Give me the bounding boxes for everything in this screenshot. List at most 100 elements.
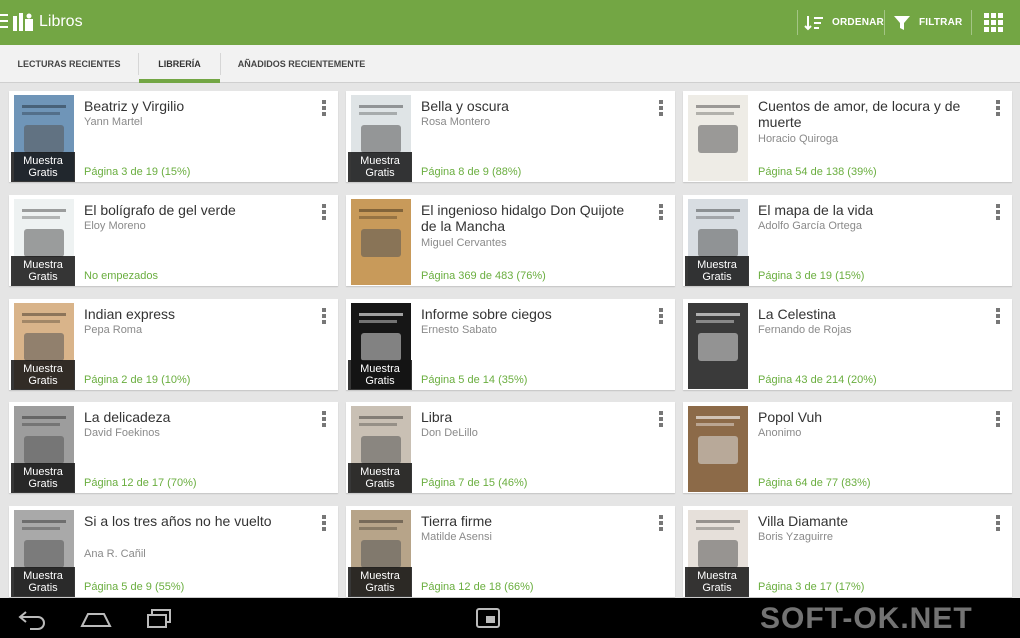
free-sample-badge: Muestra Gratis [348, 463, 412, 493]
cover-illustration [698, 540, 738, 568]
overflow-menu-icon[interactable] [659, 308, 663, 324]
cover-subtitle-line [22, 320, 60, 323]
overflow-menu-icon[interactable] [659, 515, 663, 531]
overflow-menu-icon[interactable] [996, 308, 1000, 324]
book-card[interactable]: Muestra Gratis La delicadeza David Foekinos… [9, 402, 338, 493]
book-card[interactable]: Muestra Gratis El bolígrafo de gel verde El… [9, 195, 338, 286]
reading-progress: Página 54 de 138 (39%) [758, 166, 877, 178]
cover-subtitle-line [359, 320, 397, 323]
cover-illustration [698, 125, 738, 153]
cover-illustration [361, 333, 401, 361]
book-card[interactable]: Muestra Gratis Bella y oscura Rosa Montero P… [346, 91, 675, 182]
filter-button[interactable]: FILTRAR [893, 0, 962, 45]
free-sample-badge: Muestra Gratis [11, 463, 75, 493]
cover-illustration [24, 229, 64, 257]
tab-recently-added[interactable]: AÑADIDOS RECIENTEMENTE [221, 45, 382, 83]
overflow-menu-icon[interactable] [659, 411, 663, 427]
actionbar-divider [971, 10, 972, 35]
cover-illustration [24, 540, 64, 568]
overflow-menu-icon[interactable] [659, 100, 663, 116]
tab-label: AÑADIDOS RECIENTEMENTE [237, 59, 366, 69]
book-card[interactable]: Muestra Gratis Villa Diamante Boris Yzaguir… [683, 506, 1012, 597]
drawer-menu-icon[interactable] [0, 14, 8, 30]
actionbar-divider [797, 10, 798, 35]
book-card[interactable]: Muestra Gratis Tierra firme Matilde Asensi P… [346, 506, 675, 597]
overflow-menu-icon[interactable] [996, 411, 1000, 427]
cover-title-line [22, 416, 66, 419]
book-card[interactable]: Muestra Gratis Libra Don DeLillo Página 7 de… [346, 402, 675, 493]
book-author: Miguel Cervantes [421, 237, 507, 249]
book-cover[interactable] [351, 199, 411, 285]
book-title: Beatriz y Virgilio [84, 98, 185, 114]
recent-apps-icon[interactable] [144, 606, 176, 630]
book-card[interactable]: Muestra Gratis Indian express Pepa Roma Pági… [9, 299, 338, 390]
book-card[interactable]: Muestra Gratis Si a los tres años no he vu… [9, 506, 338, 597]
action-bar: Libros ORDENAR FILTRAR [0, 0, 1020, 45]
cover-title-line [359, 313, 403, 316]
tab-library[interactable]: LIBRERÍA [139, 45, 220, 83]
tab-recent-reads[interactable]: LECTURAS RECIENTES [0, 45, 138, 83]
book-author: Eloy Moreno [84, 220, 146, 232]
book-card[interactable]: Popol Vuh Anonimo Página 64 de 77 (83%) [683, 402, 1012, 493]
tab-bar: LECTURAS RECIENTES LIBRERÍA AÑADIDOS REC… [0, 45, 1020, 83]
cover-subtitle-line [359, 527, 397, 530]
book-title: La Celestina [758, 306, 836, 322]
reading-progress: Página 7 de 15 (46%) [421, 477, 528, 489]
tab-label: LIBRERÍA [158, 59, 201, 69]
cover-subtitle-line [359, 423, 397, 426]
cover-illustration [24, 125, 64, 153]
cover-subtitle-line [22, 112, 60, 115]
cover-title-line [359, 209, 403, 212]
cover-title-line [22, 520, 66, 523]
book-title: Si a los tres años no he vuelto [84, 513, 272, 529]
reading-progress: Página 43 de 214 (20%) [758, 374, 877, 386]
book-title: El ingenioso hidalgo Don Quijote de la M… [421, 202, 625, 234]
book-cover[interactable] [688, 303, 748, 389]
cover-illustration [698, 333, 738, 361]
cover-illustration [698, 436, 738, 464]
reading-progress: Página 3 de 17 (17%) [758, 581, 865, 593]
cover-title-line [359, 105, 403, 108]
reading-progress: No empezados [84, 270, 158, 282]
library-logo-icon[interactable] [12, 11, 34, 33]
overflow-menu-icon[interactable] [322, 204, 326, 220]
cover-title-line [696, 416, 740, 419]
overflow-menu-icon[interactable] [322, 100, 326, 116]
book-card[interactable]: El ingenioso hidalgo Don Quijote de la M… [346, 195, 675, 286]
cover-subtitle-line [696, 216, 734, 219]
book-author: Matilde Asensi [421, 531, 492, 543]
book-author: Anonimo [758, 427, 802, 439]
actionbar-divider [884, 10, 885, 35]
book-cover[interactable] [688, 406, 748, 492]
book-title: Tierra firme [421, 513, 493, 529]
book-title: El mapa de la vida [758, 202, 874, 218]
cover-illustration [361, 125, 401, 153]
book-card[interactable]: Muestra Gratis Beatriz y Virgilio Yann Mart… [9, 91, 338, 182]
book-cover[interactable] [688, 95, 748, 181]
overflow-menu-icon[interactable] [996, 515, 1000, 531]
overflow-menu-icon[interactable] [659, 204, 663, 220]
home-icon[interactable] [80, 606, 112, 630]
view-mode-button[interactable] [984, 0, 1003, 45]
book-card[interactable]: Muestra Gratis El mapa de la vida Adolfo Ga… [683, 195, 1012, 286]
book-card[interactable]: Muestra Gratis Informe sobre ciegos Ernesto… [346, 299, 675, 390]
cover-illustration [361, 540, 401, 568]
cover-title-line [696, 209, 740, 212]
cover-illustration [361, 229, 401, 257]
book-title: Indian express [84, 306, 176, 322]
tab-label: LECTURAS RECIENTES [17, 59, 121, 69]
overflow-menu-icon[interactable] [322, 411, 326, 427]
overflow-menu-icon[interactable] [996, 100, 1000, 116]
screen-compat-icon[interactable] [474, 606, 502, 630]
back-icon[interactable] [16, 606, 48, 630]
sort-button[interactable]: ORDENAR [804, 0, 884, 45]
free-sample-badge: Muestra Gratis [348, 360, 412, 390]
filter-label: FILTRAR [919, 17, 963, 28]
overflow-menu-icon[interactable] [996, 204, 1000, 220]
book-card[interactable]: La Celestina Fernando de Rojas Página 43 d… [683, 299, 1012, 390]
filter-icon [894, 15, 910, 30]
overflow-menu-icon[interactable] [322, 308, 326, 324]
book-card[interactable]: Cuentos de amor, de locura y de muerte Ho… [683, 91, 1012, 182]
overflow-menu-icon[interactable] [322, 515, 326, 531]
reading-progress: Página 8 de 9 (88%) [421, 166, 522, 178]
